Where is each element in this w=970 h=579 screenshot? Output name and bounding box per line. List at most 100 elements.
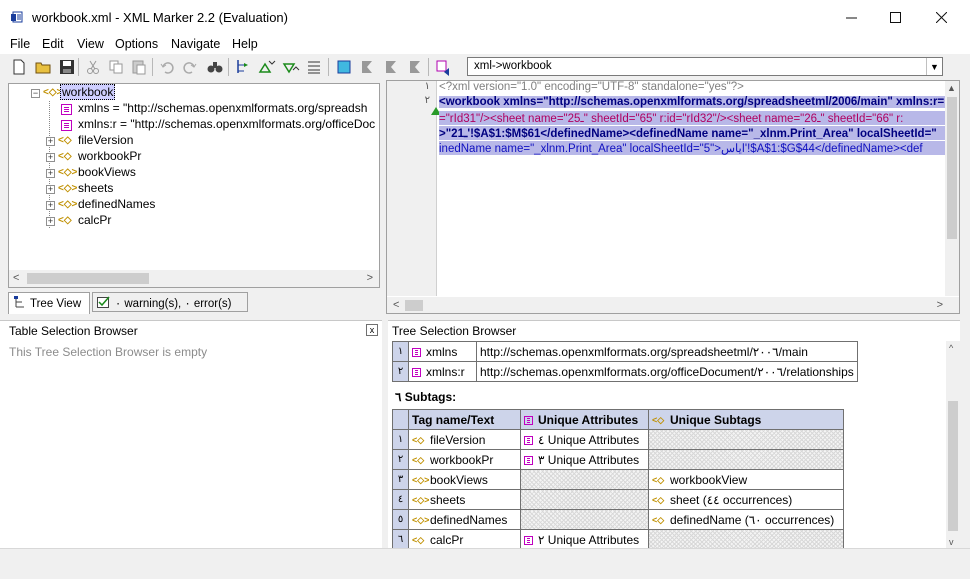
scroll-thumb[interactable] [948,401,958,531]
new-file-icon[interactable] [10,58,28,76]
close-button[interactable] [918,0,964,34]
menu-edit[interactable]: Edit [42,37,64,51]
table-row[interactable]: ٢ <◇ workbookPr ٣ Unique Attributes [392,449,844,470]
tree-horizontal-scrollbar[interactable]: < > [9,270,379,287]
table-row[interactable]: ١ xmlns http://schemas.openxmlformats.or… [392,341,858,362]
scroll-up-icon[interactable]: ▲ [947,83,956,93]
column-header-subtags[interactable]: Unique Subtags [670,413,761,427]
list-lines-icon[interactable] [305,58,323,76]
tab-warnings[interactable]: ۰ warning(s), ۰ error(s) [92,292,248,312]
scroll-left-icon[interactable]: < [13,272,19,284]
table-row[interactable]: ١ <◇ fileVersion ٤ Unique Attributes [392,429,844,450]
bookmark-prev-icon[interactable] [406,58,424,76]
xml-source-editor[interactable]: ١ ٢ <?xml version="1.0" encoding="UTF-8"… [386,80,960,314]
code-line-2b: ="rId31"/><sheet name="2ـ5" sheetId="65"… [439,111,947,125]
menu-help[interactable]: Help [232,37,258,51]
save-icon[interactable] [58,58,76,76]
tree-node-attr-xmlns-r[interactable]: xmlns:r = "http://schemas.openxmlformats… [78,117,375,133]
browser-vertical-scrollbar[interactable]: ^ v [946,341,960,548]
unique-subtags: sheet (٤٤ occurrences) [670,492,793,507]
tree-node-bookviews[interactable]: bookViews [78,165,136,181]
tree-root-node[interactable]: workbook [60,84,116,101]
tag-icon: <◇ [58,215,72,226]
bookmark-icon[interactable] [358,58,376,76]
scroll-left-icon[interactable]: < [393,299,399,311]
scroll-thumb[interactable] [405,300,423,311]
scroll-right-icon[interactable]: > [367,272,373,284]
tree-node-attr-xmlns[interactable]: xmlns = "http://schemas.openxmlformats.o… [78,101,367,117]
xpath-combo[interactable]: xml->workbook ▼ [467,57,943,76]
line-number-gutter: ١ ٢ [387,81,441,296]
menu-options[interactable]: Options [115,37,158,51]
tag-icon: <◇ [412,454,425,465]
column-header-attrs[interactable]: Unique Attributes [538,413,638,427]
tab-tree-view[interactable]: Tree View [8,292,90,314]
cut-icon[interactable] [84,58,102,76]
collapse-icon[interactable] [258,58,276,76]
table-row[interactable]: ٥ <◇>definedNames <◇ definedName (٦٠ occu… [392,509,844,530]
tree-node-fileversion[interactable]: fileVersion [78,133,133,149]
attribute-icon [412,347,421,357]
undo-icon[interactable] [158,58,176,76]
xpath-combo-value: xml->workbook [474,60,552,72]
scroll-thumb[interactable] [947,97,957,239]
table-row[interactable]: ٦ <◇ calcPr ٢ Unique Attributes [392,529,844,548]
tag-icon: <◇ [412,534,425,545]
tree-node-calcpr[interactable]: calcPr [78,213,111,229]
expand-icon[interactable] [282,58,300,76]
minimize-icon [845,17,857,18]
close-panel-button[interactable]: x [366,324,378,336]
editor-horizontal-scrollbar[interactable]: < > [387,297,959,313]
table-row[interactable]: ٢ xmlns:r http://schemas.openxmlformats.… [392,361,858,382]
attribute-icon [61,120,72,131]
scroll-up-icon[interactable]: ^ [949,343,953,353]
expand-toggle-icon[interactable]: + [46,169,55,178]
tag-name: calcPr [430,532,464,547]
tree-view-icon [14,296,24,308]
tree-structure-icon[interactable] [234,58,252,76]
attr-name: xmlns:r [426,364,465,379]
code-line-1: <?xml version="1.0" encoding="UTF-8" sta… [439,81,744,93]
tag-name: workbookPr [430,452,494,467]
table-row[interactable]: ٣ <◇>bookViews <◇ workbookView [392,469,844,490]
menu-navigate[interactable]: Navigate [171,37,220,51]
menu-view[interactable]: View [77,37,104,51]
find-icon[interactable] [206,58,224,76]
expand-toggle-icon[interactable]: + [46,185,55,194]
expand-toggle-icon[interactable]: + [46,137,55,146]
column-header-tag[interactable]: Tag name/Text [408,409,521,430]
chevron-down-icon[interactable]: ▼ [926,58,942,75]
menu-file[interactable]: File [10,37,30,51]
collapse-toggle-icon[interactable]: − [31,89,40,98]
expand-toggle-icon[interactable]: + [46,201,55,210]
table-view-icon[interactable] [335,58,353,76]
tree-browser-title: Tree Selection Browser [392,324,517,338]
line-number: ١ [424,81,430,92]
window-title: workbook.xml - XML Marker 2.2 (Evaluatio… [32,10,288,25]
copy-icon[interactable] [107,58,125,76]
tag-name: definedNames [430,512,508,527]
table-row[interactable]: ٤ <◇>sheets <◇ sheet (٤٤ occurrences) [392,489,844,510]
xml-tree-view[interactable]: − <◇ > workbook xmlns = "http://schemas.o… [8,83,380,288]
scroll-right-icon[interactable]: > [937,299,943,311]
expand-toggle-icon[interactable]: + [46,217,55,226]
bookmark-next-icon[interactable] [382,58,400,76]
unique-attrs: ٣ Unique Attributes [538,452,640,467]
maximize-button[interactable] [872,0,918,34]
scroll-thumb[interactable] [27,273,149,284]
minimize-button[interactable] [828,0,874,34]
tree-node-sheets[interactable]: sheets [78,181,113,197]
editor-vertical-scrollbar[interactable]: ▲ [945,81,959,296]
sync-tree-icon[interactable] [435,58,453,76]
tree-node-workbookpr[interactable]: workbookPr [78,149,141,165]
paste-icon[interactable] [130,58,148,76]
row-number: ٥ [392,509,409,530]
title-bar: workbook.xml - XML Marker 2.2 (Evaluatio… [0,0,970,34]
tree-node-definednames[interactable]: definedNames [78,197,155,213]
tag-icon: <◇ [652,474,665,485]
redo-icon[interactable] [181,58,199,76]
expand-toggle-icon[interactable]: + [46,153,55,162]
scroll-down-icon[interactable]: v [949,537,954,547]
maximize-icon [889,11,901,23]
open-folder-icon[interactable] [34,58,52,76]
